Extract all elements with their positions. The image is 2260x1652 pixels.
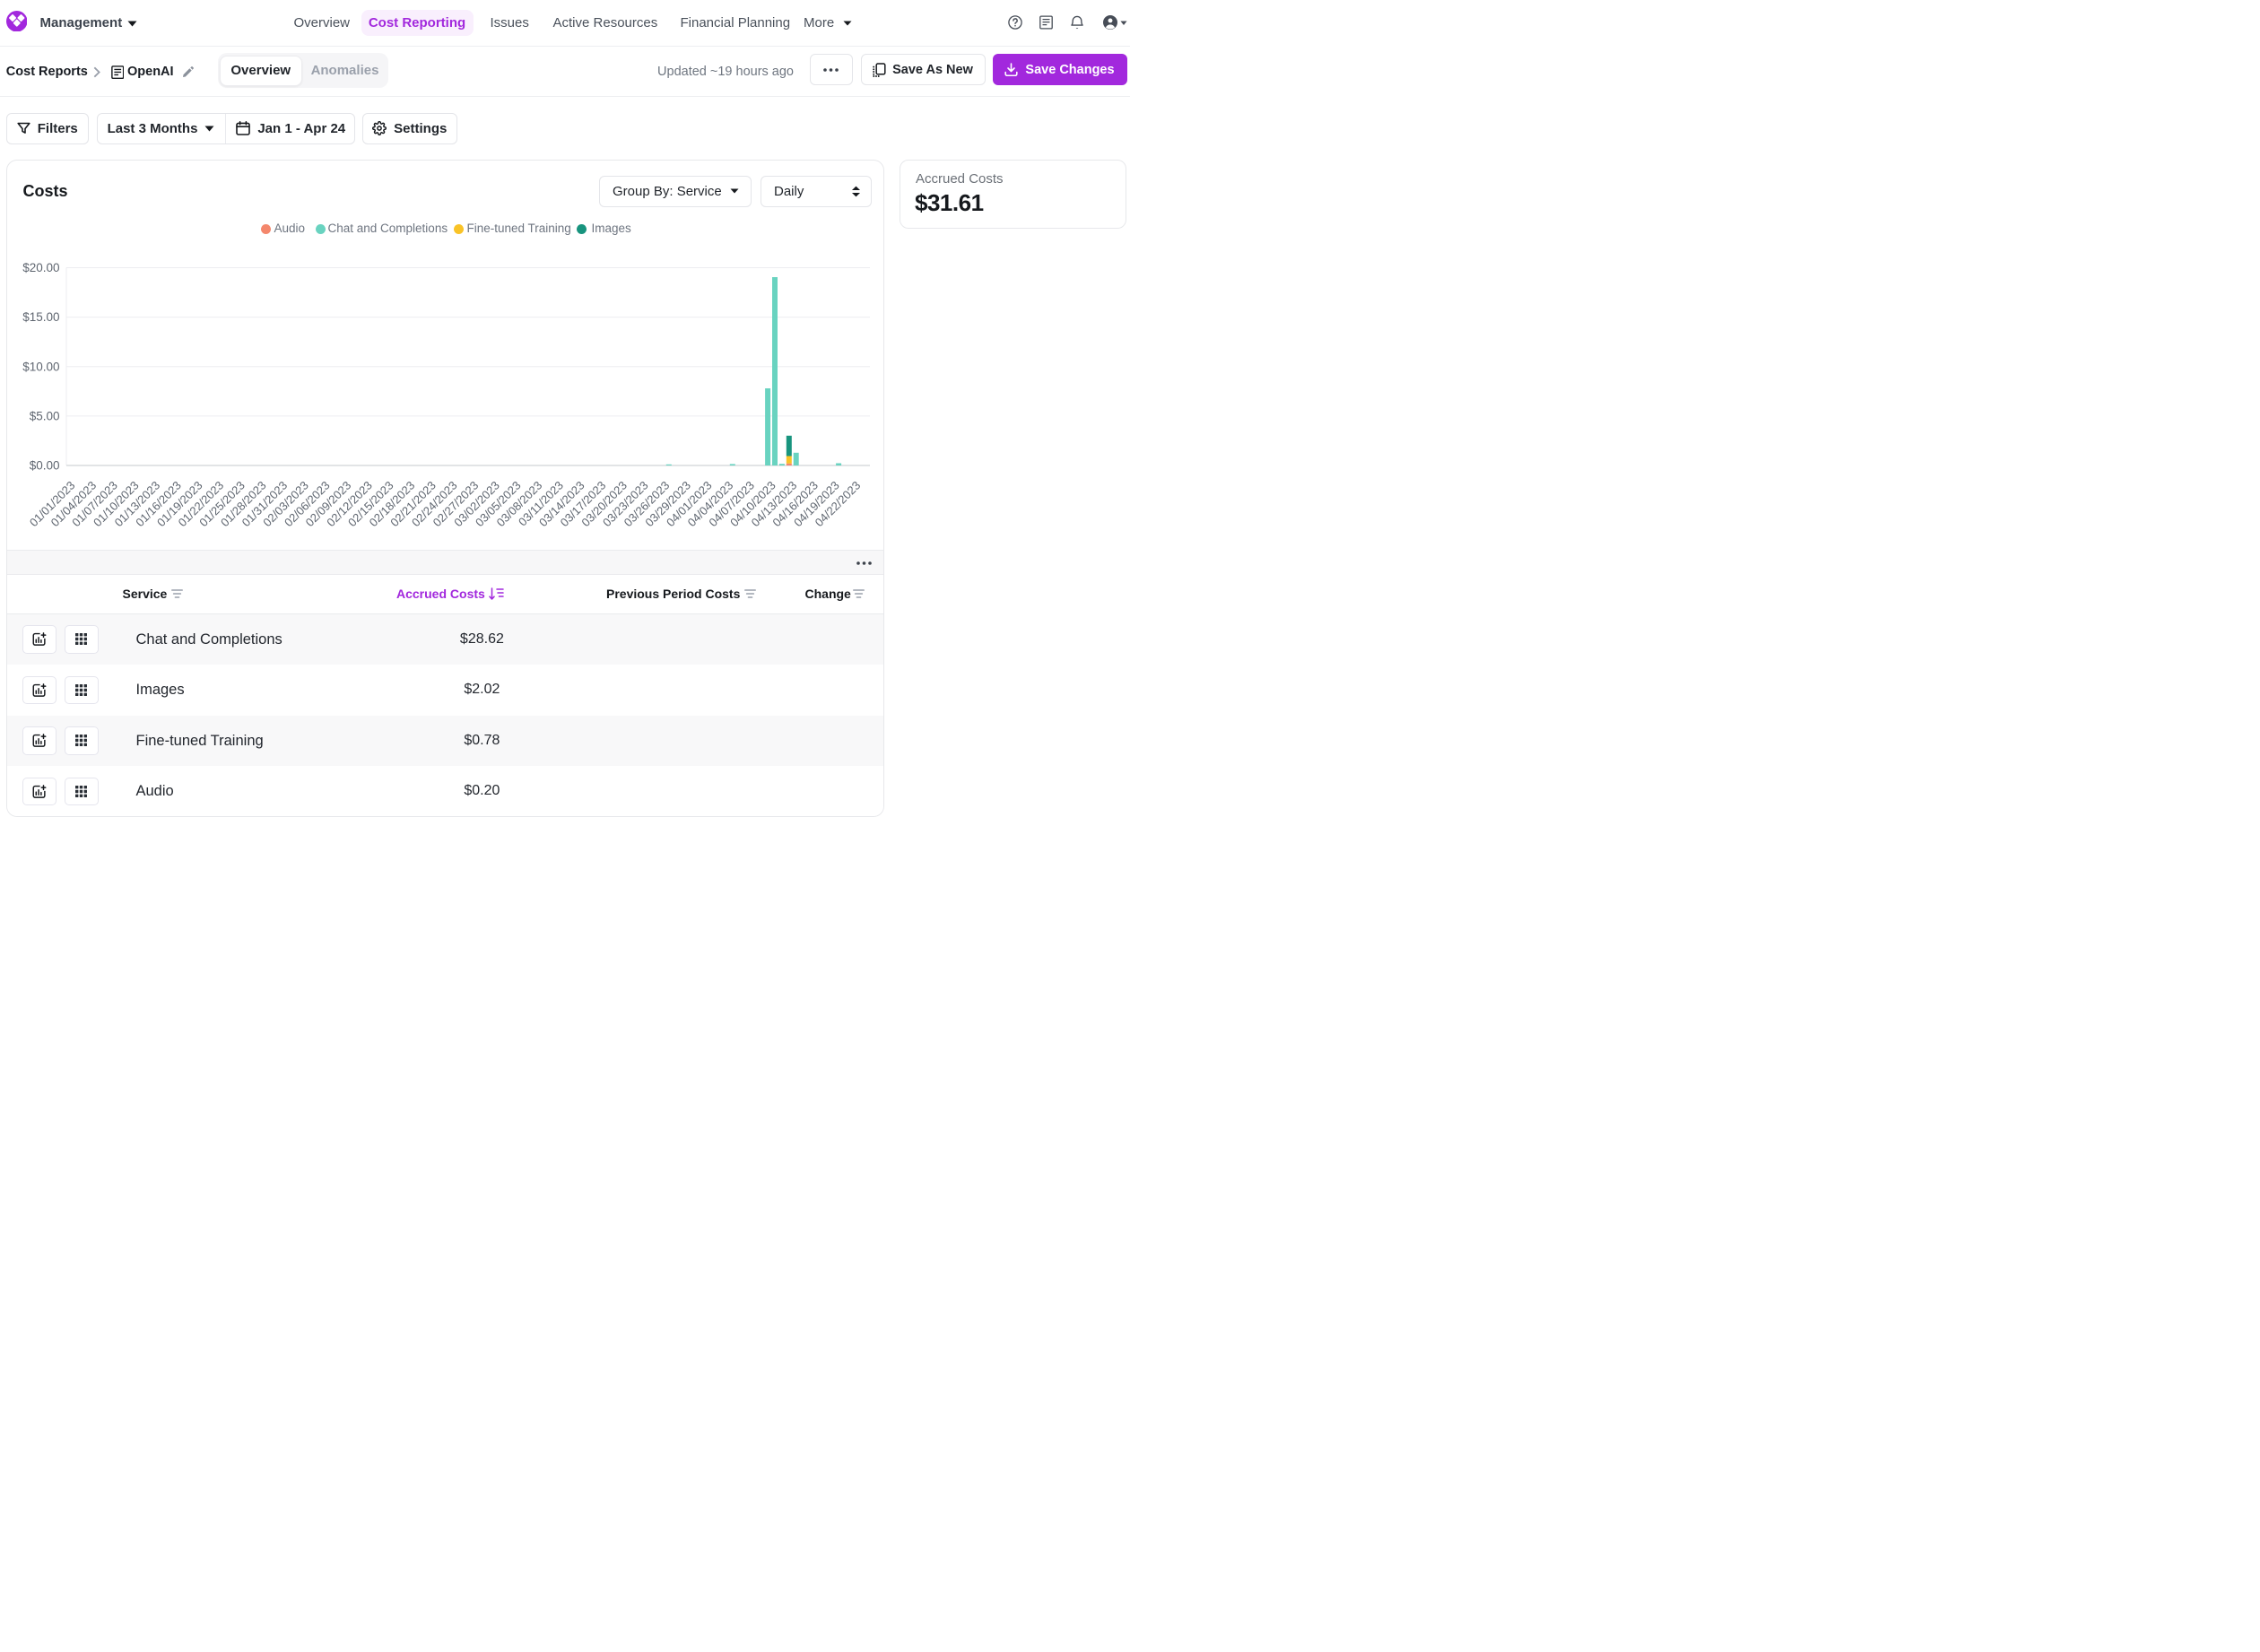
- svg-text:$15.00: $15.00: [22, 310, 59, 324]
- svg-text:$10.00: $10.00: [22, 360, 59, 373]
- svg-text:$0.00: $0.00: [30, 459, 60, 473]
- svg-text:$20.00: $20.00: [22, 261, 59, 274]
- svg-text:$5.00: $5.00: [30, 409, 60, 422]
